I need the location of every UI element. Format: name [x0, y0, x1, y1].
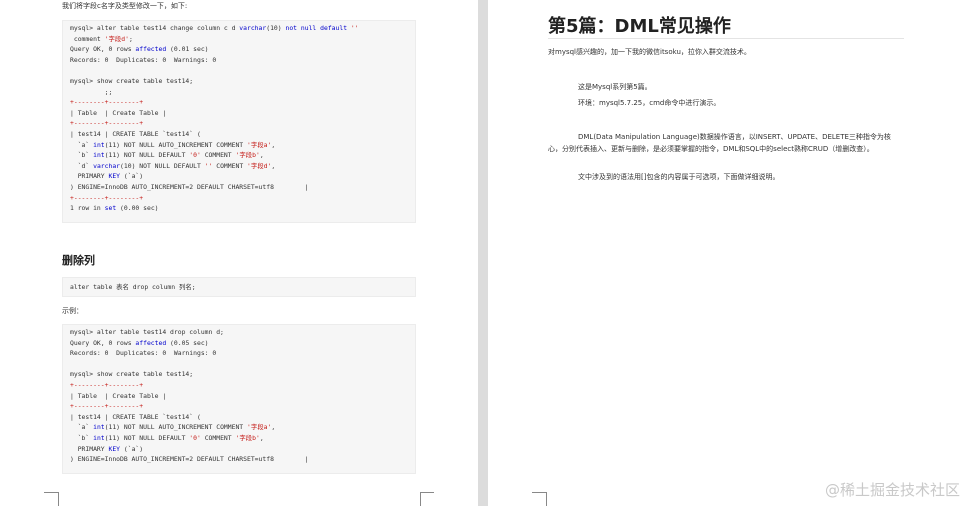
code-line: | test14 | CREATE TABLE `test14` ( [70, 129, 201, 138]
code-line: +--------+--------+ [70, 119, 144, 128]
crop-mark-bottom-left-h [44, 492, 58, 493]
crop-mark-bottom-left [44, 492, 59, 506]
code-block-alter-change: mysql> alter table test14 change column … [62, 20, 416, 223]
document-page-left: 我们将字段c名字及类型修改一下，如下: mysql> alter table t… [0, 0, 478, 506]
code-line: `b` int(11) NOT NULL DEFAULT '0' COMMENT… [70, 433, 264, 442]
code-line: Records: 0 Duplicates: 0 Warnings: 0 [70, 349, 217, 358]
paragraph-dml-definition: DML(Data Manipulation Language)数据操作语言，以I… [548, 133, 891, 153]
code-block-drop-example: mysql> alter table test14 drop column d;… [62, 324, 416, 474]
code-line: +--------+--------+ [70, 380, 144, 389]
code-line: +--------+--------+ [70, 193, 144, 202]
crop-mark-bottom-right-h [420, 492, 434, 493]
code-line: | Table | Create Table | [70, 391, 167, 400]
document-page-right: 第5篇：DML常见操作 对mysql感兴趣的，加一下我的微信itsoku，拉你入… [488, 0, 966, 506]
page-title: 第5篇：DML常见操作 [548, 16, 731, 37]
paragraph-series: 这是Mysql系列第5篇。 [578, 83, 652, 91]
paragraph-syntax-note: 文中涉及到的语法用[]包含的内容属于可选项，下面做详细说明。 [578, 173, 780, 181]
crop-mark-bottom-right [420, 492, 435, 506]
code-line: | Table | Create Table | [70, 108, 167, 117]
page-gutter [478, 0, 488, 506]
code-line: PRIMARY KEY (`a`) [70, 172, 144, 181]
code-line: `d` varchar(10) NOT NULL DEFAULT '' COMM… [70, 161, 276, 170]
code-line: `b` int(11) NOT NULL DEFAULT '0' COMMENT… [70, 151, 264, 160]
code-line: ) ENGINE=InnoDB AUTO_INCREMENT=2 DEFAULT… [70, 455, 309, 464]
code-line: Records: 0 Duplicates: 0 Warnings: 0 [70, 55, 217, 64]
code-block-drop-syntax: alter table 表名 drop column 列名; [62, 277, 416, 297]
code-line: 1 row in set (0.00 sec) [70, 204, 159, 213]
example-label: 示例： [62, 307, 83, 315]
crop-mark-bottom-left-h [532, 492, 546, 493]
watermark-text: @稀土掘金技术社区 [824, 481, 960, 499]
intro-text: 我们将字段c名字及类型修改一下，如下: [62, 2, 188, 10]
code-line: | test14 | CREATE TABLE `test14` ( [70, 412, 201, 421]
code-line: mysql> alter table test14 drop column d; [70, 328, 224, 336]
crop-mark-bottom-left [532, 492, 547, 506]
title-divider [548, 38, 904, 39]
code-line: ;; [70, 87, 113, 96]
code-line: mysql> show create table test14; [70, 370, 194, 379]
code-line: +--------+--------+ [70, 98, 144, 107]
code-line: Query OK, 0 rows affected (0.01 sec) [70, 45, 209, 54]
code-line: +--------+--------+ [70, 402, 144, 411]
code-line: PRIMARY KEY (`a`) [70, 444, 144, 453]
code-line: ) ENGINE=InnoDB AUTO_INCREMENT=2 DEFAULT… [70, 182, 309, 191]
code-line: Query OK, 0 rows affected (0.05 sec) [70, 338, 209, 347]
code-line: mysql> alter table test14 change column … [70, 24, 359, 32]
code-line: mysql> show create table test14; [70, 76, 194, 85]
code-line: `a` int(11) NOT NULL AUTO_INCREMENT COMM… [70, 140, 276, 149]
section-heading-drop-column: 删除列 [62, 254, 95, 267]
paragraph-environment: 环境：mysql5.7.25，cmd命令中进行演示。 [578, 99, 721, 107]
code-line: `a` int(11) NOT NULL AUTO_INCREMENT COMM… [70, 423, 276, 432]
code-line: comment '字段d'; [70, 34, 133, 43]
paragraph-wechat: 对mysql感兴趣的，加一下我的微信itsoku，拉你入群交流技术。 [548, 48, 751, 56]
